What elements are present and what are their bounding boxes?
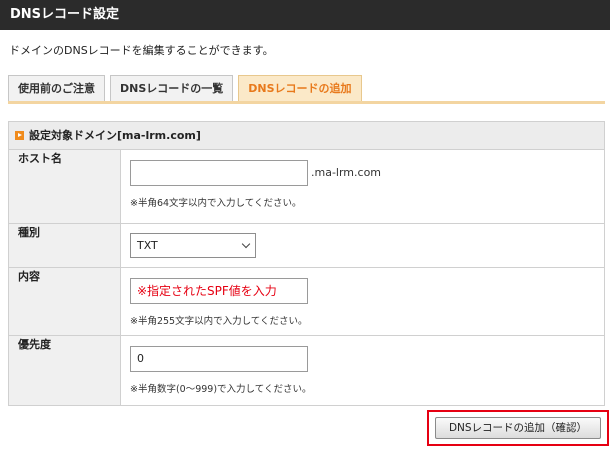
form-row-content: 内容 ※指定されたSPF値を入力 ※半角255文字以内で入力してください。 (8, 267, 605, 336)
type-cell: TXT (120, 223, 605, 268)
page-title: DNSレコード設定 (0, 0, 610, 30)
tab-record-list[interactable]: DNSレコードの一覧 (110, 75, 234, 102)
host-cell: .ma-lrm.com ※半角64文字以内で入力してください。 (120, 149, 605, 224)
type-select[interactable]: TXT (130, 233, 256, 258)
chevron-down-icon (241, 239, 251, 249)
tab-underline (8, 101, 605, 104)
content-label: 内容 (8, 267, 121, 336)
type-label: 種別 (8, 223, 121, 268)
tab-add-record[interactable]: DNSレコードの追加 (238, 75, 362, 102)
host-suffix: .ma-lrm.com (311, 166, 382, 179)
form-row-host: ホスト名 .ma-lrm.com ※半角64文字以内で入力してください。 (8, 149, 605, 224)
section-title: 設定対象ドメイン[ma-lrm.com] (29, 129, 201, 142)
content-cell: ※指定されたSPF値を入力 ※半角255文字以内で入力してください。 (120, 267, 605, 336)
confirm-button-highlight: DNSレコードの追加（確認） (427, 410, 609, 446)
content-input[interactable]: ※指定されたSPF値を入力 (130, 278, 308, 304)
intro-text: ドメインのDNSレコードを編集することができます。 (9, 44, 274, 57)
arrow-right-icon (15, 131, 24, 140)
priority-label: 優先度 (8, 335, 121, 406)
record-form: ホスト名 .ma-lrm.com ※半角64文字以内で入力してください。 種別 … (8, 149, 605, 406)
host-label: ホスト名 (8, 149, 121, 224)
priority-cell: 0 ※半角数字(0～999)で入力してください。 (120, 335, 605, 406)
priority-hint: ※半角数字(0～999)で入力してください。 (130, 384, 312, 395)
priority-input[interactable]: 0 (130, 346, 308, 372)
host-input[interactable] (130, 160, 308, 186)
host-hint: ※半角64文字以内で入力してください。 (130, 198, 302, 209)
form-row-type: 種別 TXT (8, 223, 605, 268)
content-hint: ※半角255文字以内で入力してください。 (130, 316, 308, 327)
confirm-add-record-button[interactable]: DNSレコードの追加（確認） (435, 417, 601, 439)
tab-bar: 使用前のご注意 DNSレコードの一覧 DNSレコードの追加 (8, 75, 367, 102)
form-row-priority: 優先度 0 ※半角数字(0～999)で入力してください。 (8, 335, 605, 406)
tab-precautions[interactable]: 使用前のご注意 (8, 75, 105, 102)
section-header: 設定対象ドメイン[ma-lrm.com] (8, 121, 605, 149)
type-selected-value: TXT (137, 239, 158, 252)
